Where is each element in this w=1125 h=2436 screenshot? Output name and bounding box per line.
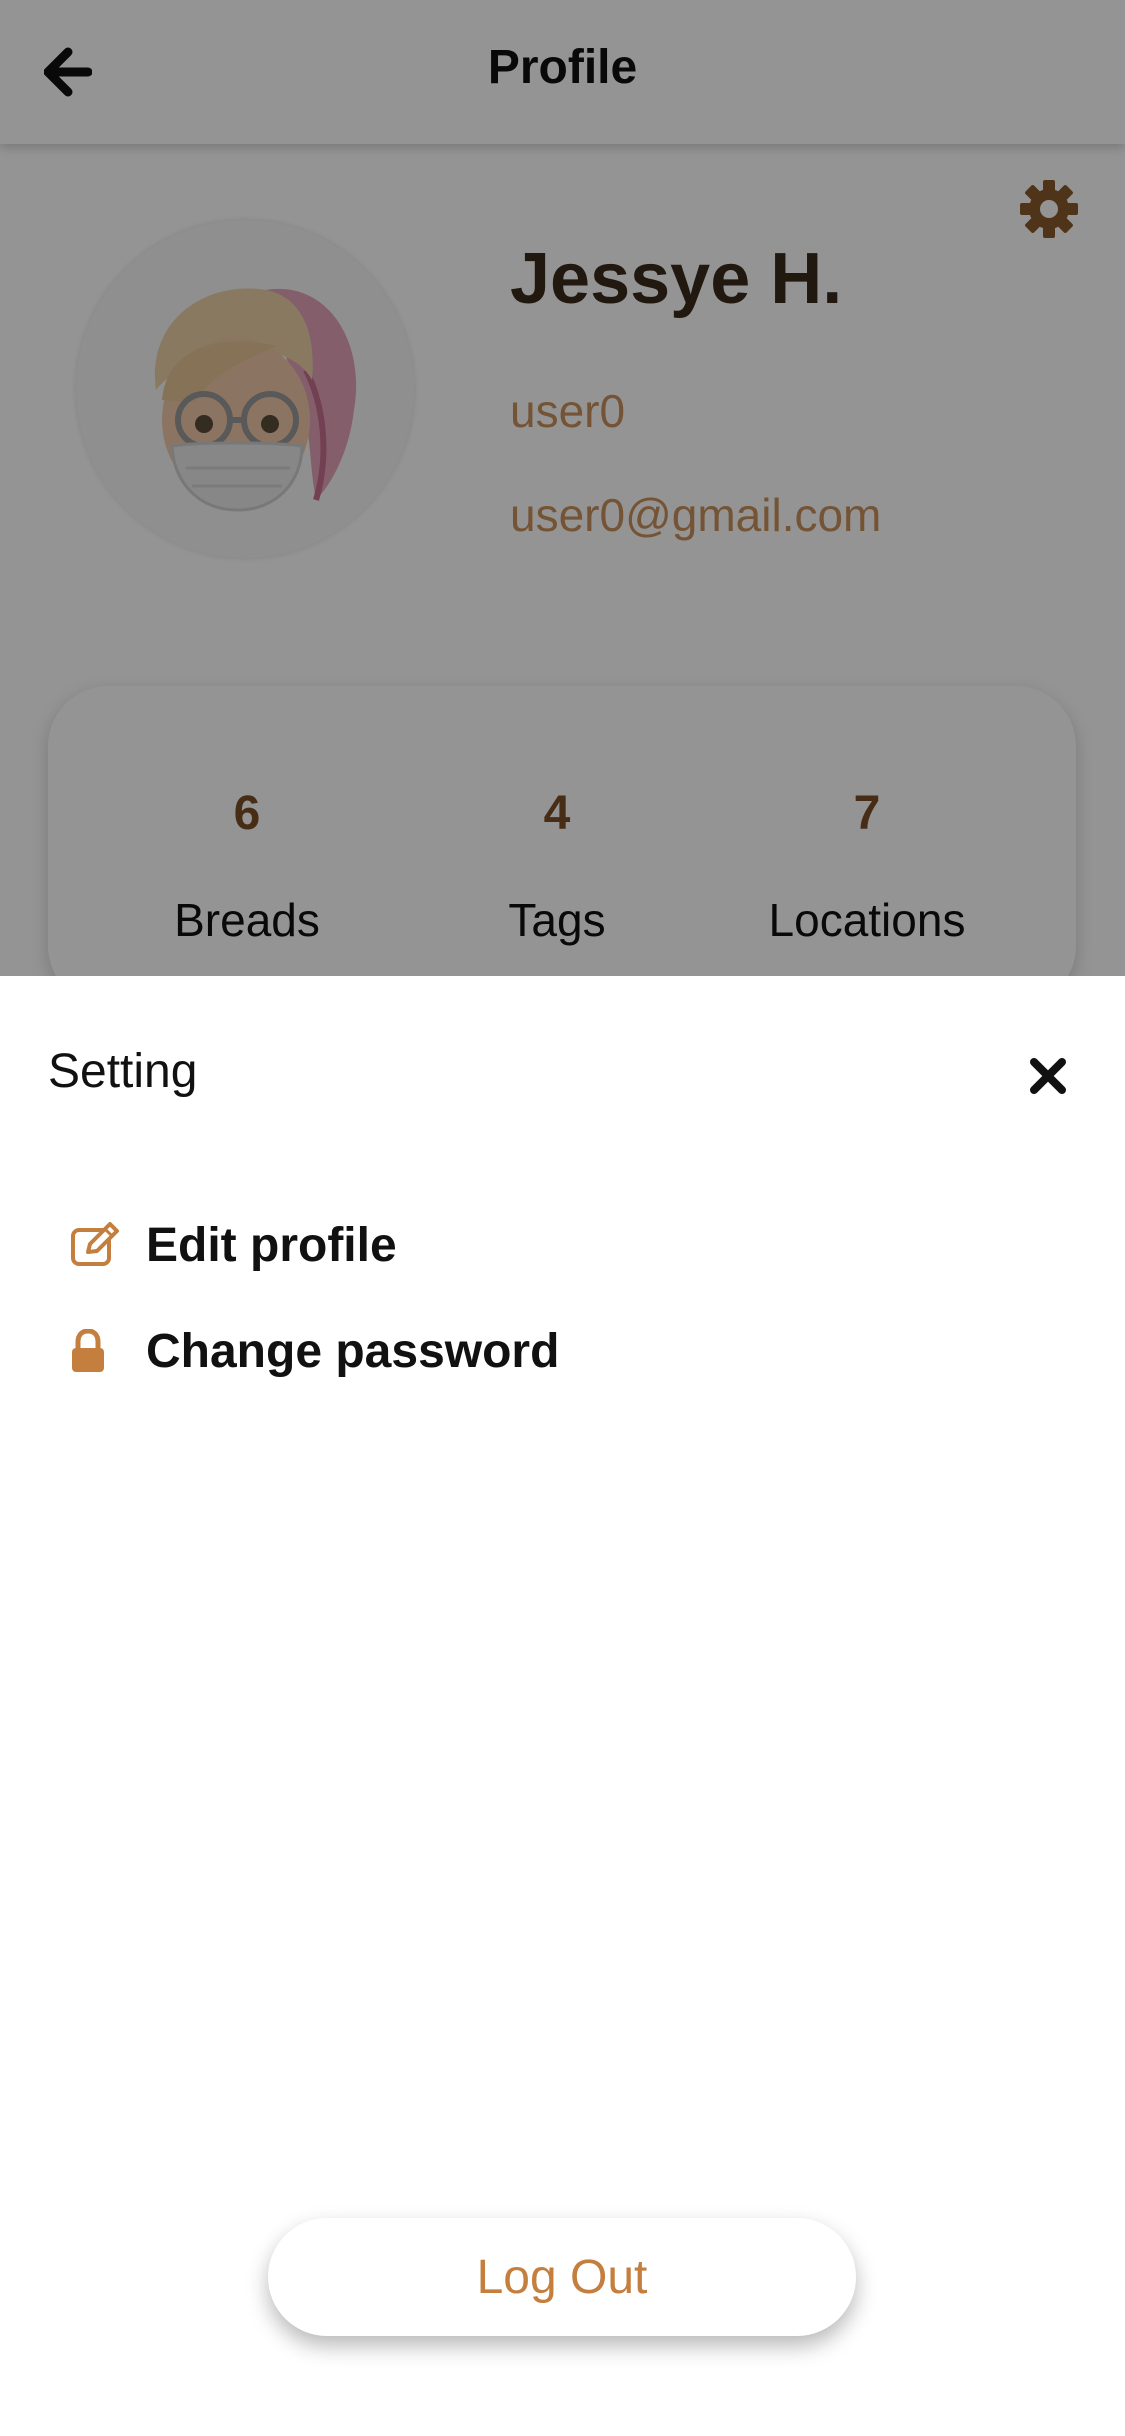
menu-item-label: Edit profile xyxy=(146,1218,397,1272)
logout-label: Log Out xyxy=(476,2250,648,2304)
edit-icon xyxy=(70,1219,122,1271)
logout-button[interactable]: Log Out xyxy=(268,2218,856,2336)
close-icon xyxy=(1030,1058,1066,1094)
lock-icon xyxy=(70,1325,122,1377)
menu-item-edit-profile[interactable]: Edit profile xyxy=(70,1210,770,1280)
sheet-title: Setting xyxy=(48,1045,198,1098)
close-button[interactable] xyxy=(1028,1056,1068,1096)
menu-item-change-password[interactable]: Change password xyxy=(70,1316,770,1386)
page: Profile Jessye H. user0 user0@gmail.com … xyxy=(0,0,1125,2436)
settings-sheet: Setting Edit profile Change password xyxy=(0,976,1125,2436)
modal-backdrop[interactable] xyxy=(0,0,1125,976)
menu-item-label: Change password xyxy=(146,1324,560,1378)
